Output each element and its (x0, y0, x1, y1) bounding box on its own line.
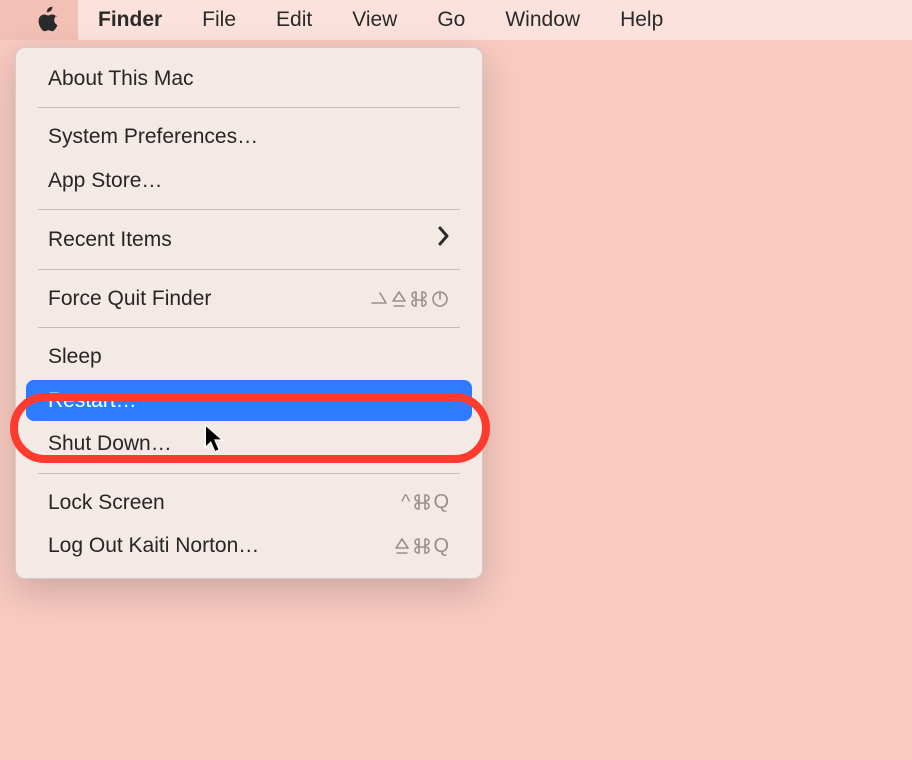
menu-item-lock-screen[interactable]: Lock Screen ^ Q (26, 482, 472, 523)
menu-item-label: System Preferences… (48, 122, 258, 151)
keyboard-shortcut (369, 289, 450, 309)
menu-item-label: About This Mac (48, 64, 194, 93)
menu-divider (38, 209, 460, 210)
chevron-right-icon (438, 224, 450, 255)
menu-item-label: Sleep (48, 342, 102, 371)
menu-item-label: Restart… (48, 386, 137, 415)
menu-item-label: Log Out Kaiti Norton… (48, 531, 259, 560)
menubar-item-window[interactable]: Window (485, 0, 600, 40)
menu-item-label: App Store… (48, 166, 162, 195)
menu-item-force-quit[interactable]: Force Quit Finder (26, 278, 472, 319)
menu-item-label: Recent Items (48, 225, 172, 254)
keyboard-shortcut: ^ Q (401, 488, 450, 516)
keyboard-shortcut: Q (393, 532, 450, 560)
menu-item-recent-items[interactable]: Recent Items (26, 218, 472, 261)
menubar-item-go[interactable]: Go (417, 0, 485, 40)
menu-item-app-store[interactable]: App Store… (26, 160, 472, 201)
menubar-active-app[interactable]: Finder (78, 0, 182, 40)
menu-divider (38, 473, 460, 474)
menu-item-sleep[interactable]: Sleep (26, 336, 472, 377)
apple-menu-button[interactable] (0, 0, 78, 40)
menubar-item-file[interactable]: File (182, 0, 256, 40)
menu-item-system-preferences[interactable]: System Preferences… (26, 116, 472, 157)
menu-divider (38, 107, 460, 108)
menubar-item-help[interactable]: Help (600, 0, 683, 40)
menu-item-label: Shut Down… (48, 429, 172, 458)
menu-item-label: Force Quit Finder (48, 284, 211, 313)
apple-menu-dropdown: About This Mac System Preferences… App S… (15, 47, 483, 579)
menu-divider (38, 269, 460, 270)
menubar-item-edit[interactable]: Edit (256, 0, 332, 40)
menu-item-restart[interactable]: Restart… (26, 380, 472, 421)
menu-item-log-out[interactable]: Log Out Kaiti Norton… Q (26, 525, 472, 566)
menubar: Finder File Edit View Go Window Help (0, 0, 912, 40)
menu-item-about-this-mac[interactable]: About This Mac (26, 58, 472, 99)
menu-item-shut-down[interactable]: Shut Down… (26, 423, 472, 464)
menu-item-label: Lock Screen (48, 488, 165, 517)
menubar-item-view[interactable]: View (332, 0, 417, 40)
apple-logo-icon (36, 6, 60, 34)
menu-divider (38, 327, 460, 328)
